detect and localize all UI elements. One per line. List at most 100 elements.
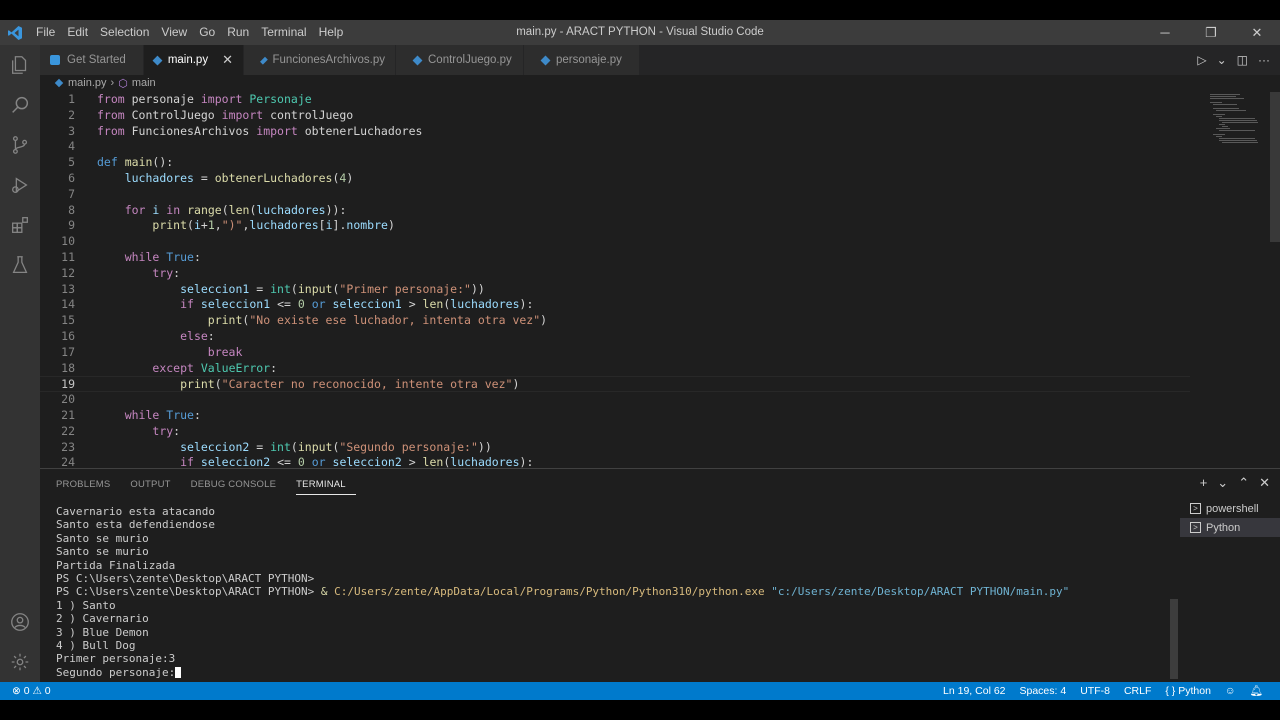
tab-funcionesarchivos-py[interactable]: FuncionesArchivos.py [244, 45, 396, 75]
line-number: 21 [61, 408, 75, 422]
menu-go[interactable]: Go [193, 20, 221, 45]
code-text: if seleccion1 <= 0 or seleccion1 > len(l… [180, 297, 534, 312]
tab-terminal[interactable]: TERMINAL [296, 475, 356, 495]
line-number: 19 [61, 377, 75, 392]
terminal-scrollbar[interactable] [1170, 599, 1178, 679]
line-number: 14 [61, 297, 75, 312]
chevron-down-icon[interactable]: ⌄ [1217, 475, 1228, 491]
problems-indicator[interactable]: ⊗ 0 ⚠ 0 [12, 685, 51, 697]
code-line: 1 from personaje import Personaje [40, 92, 1190, 108]
menu-selection[interactable]: Selection [94, 20, 155, 45]
code-line: 14 if seleccion1 <= 0 or seleccion1 > le… [40, 297, 1190, 313]
menu-bar: File Edit Selection View Go Run Terminal… [30, 20, 349, 45]
terminal-line: Cavernario esta atacando [56, 505, 215, 518]
run-debug-icon[interactable] [0, 165, 40, 205]
menu-view[interactable]: View [155, 20, 193, 45]
breadcrumb-symbol[interactable]: main [132, 77, 156, 89]
line-number: 7 [68, 186, 75, 201]
code-text: from FuncionesArchivos import obtenerLuc… [97, 123, 423, 138]
breadcrumb-file[interactable]: main.py [68, 77, 107, 89]
search-icon[interactable] [0, 85, 40, 125]
terminal-cursor [175, 667, 182, 679]
indentation[interactable]: Spaces: 4 [1013, 682, 1074, 700]
testing-icon[interactable] [0, 245, 40, 285]
maximize-panel-icon[interactable]: ⌃ [1238, 475, 1249, 491]
account-icon[interactable] [0, 602, 40, 642]
minimize-button[interactable]: ─ [1142, 20, 1188, 45]
feedback-icon[interactable]: ☺ [1218, 682, 1243, 700]
restore-button[interactable]: ❐ [1188, 20, 1234, 45]
code-line: 12 try: [40, 266, 1190, 282]
line-number: 18 [61, 360, 75, 375]
terminal-item-powershell[interactable]: > powershell [1180, 499, 1280, 518]
terminal-command-line: PS C:\Users\zente\Desktop\ARACT PYTHON> … [56, 585, 1171, 598]
tab-get-started[interactable]: Get Started [40, 45, 144, 75]
vscode-logo-icon [0, 20, 30, 45]
notifications-bell-icon[interactable]: 🔔︎ [1243, 682, 1270, 700]
menu-run[interactable]: Run [221, 20, 255, 45]
code-line: 6 luchadores = obtenerLuchadores(4) [40, 171, 1190, 187]
terminal-line: 1 ) Santo [56, 598, 116, 612]
terminal-line: Santo esta defendiendose [56, 518, 215, 532]
more-actions-icon[interactable]: ··· [1258, 53, 1270, 67]
menu-file[interactable]: File [30, 20, 61, 45]
line-number: 6 [68, 171, 75, 185]
language-mode[interactable]: { } Python [1158, 682, 1218, 700]
cursor-position[interactable]: Ln 19, Col 62 [936, 682, 1012, 700]
terminal-line: 3 ) Blue Demon [56, 625, 149, 639]
menu-help[interactable]: Help [313, 20, 350, 45]
editor-scrollbar[interactable] [1270, 92, 1280, 242]
end-of-line[interactable]: CRLF [1117, 682, 1158, 700]
code-text: print("Caracter no reconocido, intente o… [180, 377, 520, 392]
status-bar: ⊗ 0 ⚠ 0 Ln 19, Col 62 Spaces: 4 UTF-8 CR… [0, 682, 1280, 700]
code-text: except ValueError: [152, 360, 278, 375]
split-editor-icon[interactable]: ◫ [1237, 53, 1248, 67]
tab-main-py[interactable]: main.py ✕ [144, 45, 244, 75]
code-text: break [207, 344, 243, 359]
code-line: 20 [40, 392, 1190, 408]
python-file-icon [260, 56, 268, 64]
close-tab-icon[interactable]: ✕ [222, 52, 233, 68]
menu-edit[interactable]: Edit [61, 20, 94, 45]
line-number: 1 [68, 92, 75, 106]
code-text: print("No existe ese luchador, intenta o… [207, 313, 548, 328]
title-bar: File Edit Selection View Go Run Terminal… [0, 20, 1280, 45]
tab-label: ControlJuego.py [428, 54, 512, 66]
terminal-line: 4 ) Bull Dog [56, 638, 136, 652]
code-line: 18 except ValueError: [40, 361, 1190, 377]
window-controls: ─ ❐ ✕ [1142, 20, 1280, 45]
tab-personaje-py[interactable]: personaje.py [524, 45, 640, 75]
code-line: 10 [40, 234, 1190, 250]
source-control-icon[interactable] [0, 125, 40, 165]
terminal-input-line[interactable]: Segundo personaje: [56, 666, 1171, 679]
settings-gear-icon[interactable] [0, 642, 40, 682]
terminal-output[interactable]: Cavernario esta atacando Santo esta defe… [56, 505, 1171, 679]
tab-problems[interactable]: PROBLEMS [56, 475, 120, 495]
minimap[interactable] [1210, 92, 1268, 172]
extensions-icon[interactable] [0, 205, 40, 245]
tab-debug-console[interactable]: DEBUG CONSOLE [191, 475, 286, 495]
close-panel-icon[interactable]: ✕ [1259, 475, 1270, 491]
terminal-list: > powershell > Python [1180, 499, 1280, 537]
line-number: 10 [61, 234, 75, 249]
code-text: else: [180, 329, 215, 343]
line-number: 16 [61, 329, 75, 343]
tab-output[interactable]: OUTPUT [130, 475, 180, 495]
terminal-line: Primer personaje:3 [56, 652, 176, 666]
terminal-item-python[interactable]: > Python [1180, 518, 1280, 537]
code-text: try: [152, 423, 181, 438]
explorer-icon[interactable] [0, 45, 40, 85]
line-number: 12 [61, 265, 75, 280]
run-file-icon[interactable]: ▷ [1197, 53, 1206, 67]
terminal-line: PS C:\Users\zente\Desktop\ARACT PYTHON> [56, 571, 315, 585]
code-editor[interactable]: 1 from personaje import Personaje 2 from C… [40, 92, 1280, 468]
terminal-line: 2 ) Cavernario [56, 612, 149, 626]
encoding[interactable]: UTF-8 [1073, 682, 1117, 700]
menu-terminal[interactable]: Terminal [255, 20, 312, 45]
chevron-down-icon[interactable]: ⌄ [1217, 53, 1227, 67]
activity-bar [0, 45, 40, 682]
new-terminal-icon[interactable]: + [1200, 475, 1208, 491]
code-text: try: [152, 265, 181, 280]
close-window-button[interactable]: ✕ [1234, 20, 1280, 45]
tab-controljuego-py[interactable]: ControlJuego.py [396, 45, 524, 75]
